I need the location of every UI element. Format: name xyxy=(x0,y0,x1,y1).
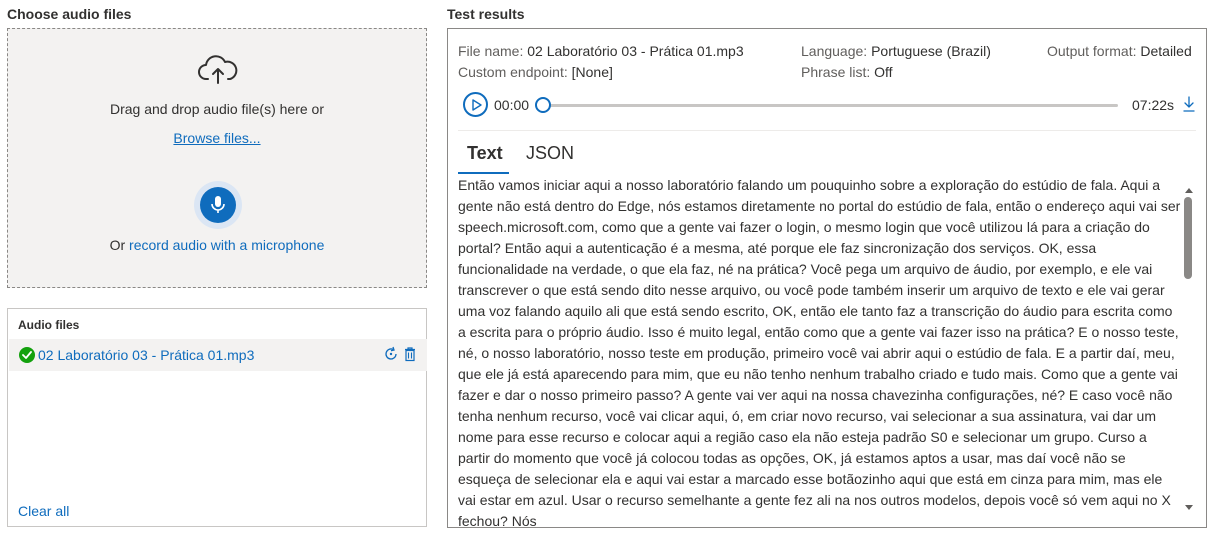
phrase-list-label: Phrase list: xyxy=(801,64,871,80)
record-audio-link[interactable]: record audio with a microphone xyxy=(129,237,324,253)
play-button[interactable] xyxy=(463,92,488,117)
file-name-label: File name: xyxy=(458,43,524,59)
check-circle-icon xyxy=(19,347,35,363)
test-results-panel: File name: 02 Laboratório 03 - Prática 0… xyxy=(447,28,1207,528)
audio-files-title: Audio files xyxy=(18,318,80,332)
custom-endpoint-value: [None] xyxy=(571,64,613,80)
choose-audio-files-title: Choose audio files xyxy=(7,6,132,22)
scroll-up-arrow-icon[interactable] xyxy=(1184,181,1194,193)
audio-file-name[interactable]: 02 Laboratório 03 - Prática 01.mp3 xyxy=(38,347,254,363)
tab-text[interactable]: Text xyxy=(467,143,503,164)
retry-icon[interactable] xyxy=(383,346,399,362)
scroll-down-arrow-icon[interactable] xyxy=(1184,499,1194,510)
transcript-text: Então vamos iniciar aqui a nosso laborat… xyxy=(458,177,1181,528)
microphone-icon xyxy=(211,196,225,213)
audio-dropzone[interactable]: Drag and drop audio file(s) here or Brow… xyxy=(7,28,427,288)
cloud-upload-icon xyxy=(198,55,238,85)
divider xyxy=(458,130,1196,131)
output-format-label: Output format: xyxy=(1047,43,1137,59)
tab-json[interactable]: JSON xyxy=(526,143,574,164)
seek-track[interactable] xyxy=(542,104,1118,107)
language-meta: Language: Portuguese (Brazil) xyxy=(801,43,991,59)
list-item[interactable]: 02 Laboratório 03 - Prática 01.mp3 xyxy=(9,339,427,371)
current-time: 00:00 xyxy=(494,97,530,113)
file-name-meta: File name: 02 Laboratório 03 - Prática 0… xyxy=(458,43,744,59)
audio-files-panel: Audio files 02 Laboratório 03 - Prática … xyxy=(7,308,427,527)
output-format-value: Detailed xyxy=(1140,43,1192,59)
record-microphone-button[interactable] xyxy=(194,181,242,229)
language-label: Language: xyxy=(801,43,868,59)
custom-endpoint-label: Custom endpoint: xyxy=(458,64,568,80)
delete-icon[interactable] xyxy=(402,346,418,362)
browse-files-link[interactable]: Browse files... xyxy=(8,130,426,146)
clear-all-link[interactable]: Clear all xyxy=(18,503,69,519)
output-format-meta: Output format: Detailed xyxy=(1047,43,1192,59)
download-icon[interactable] xyxy=(1182,96,1196,112)
duration: 07:22s xyxy=(1132,97,1175,113)
language-value: Portuguese (Brazil) xyxy=(871,43,991,59)
record-audio-line: Or record audio with a microphone xyxy=(8,237,426,253)
seek-slider-thumb[interactable] xyxy=(535,97,551,113)
phrase-list-meta: Phrase list: Off xyxy=(801,64,893,80)
drop-instructions: Drag and drop audio file(s) here or xyxy=(109,101,324,117)
scrollbar-thumb[interactable] xyxy=(1184,197,1192,279)
phrase-list-value: Off xyxy=(874,64,893,80)
custom-endpoint-meta: Custom endpoint: [None] xyxy=(458,64,613,80)
file-name-value: 02 Laboratório 03 - Prática 01.mp3 xyxy=(527,43,744,59)
play-icon xyxy=(472,99,482,111)
test-results-title: Test results xyxy=(447,6,525,22)
active-tab-indicator xyxy=(458,172,509,174)
record-prefix: Or xyxy=(109,237,130,253)
